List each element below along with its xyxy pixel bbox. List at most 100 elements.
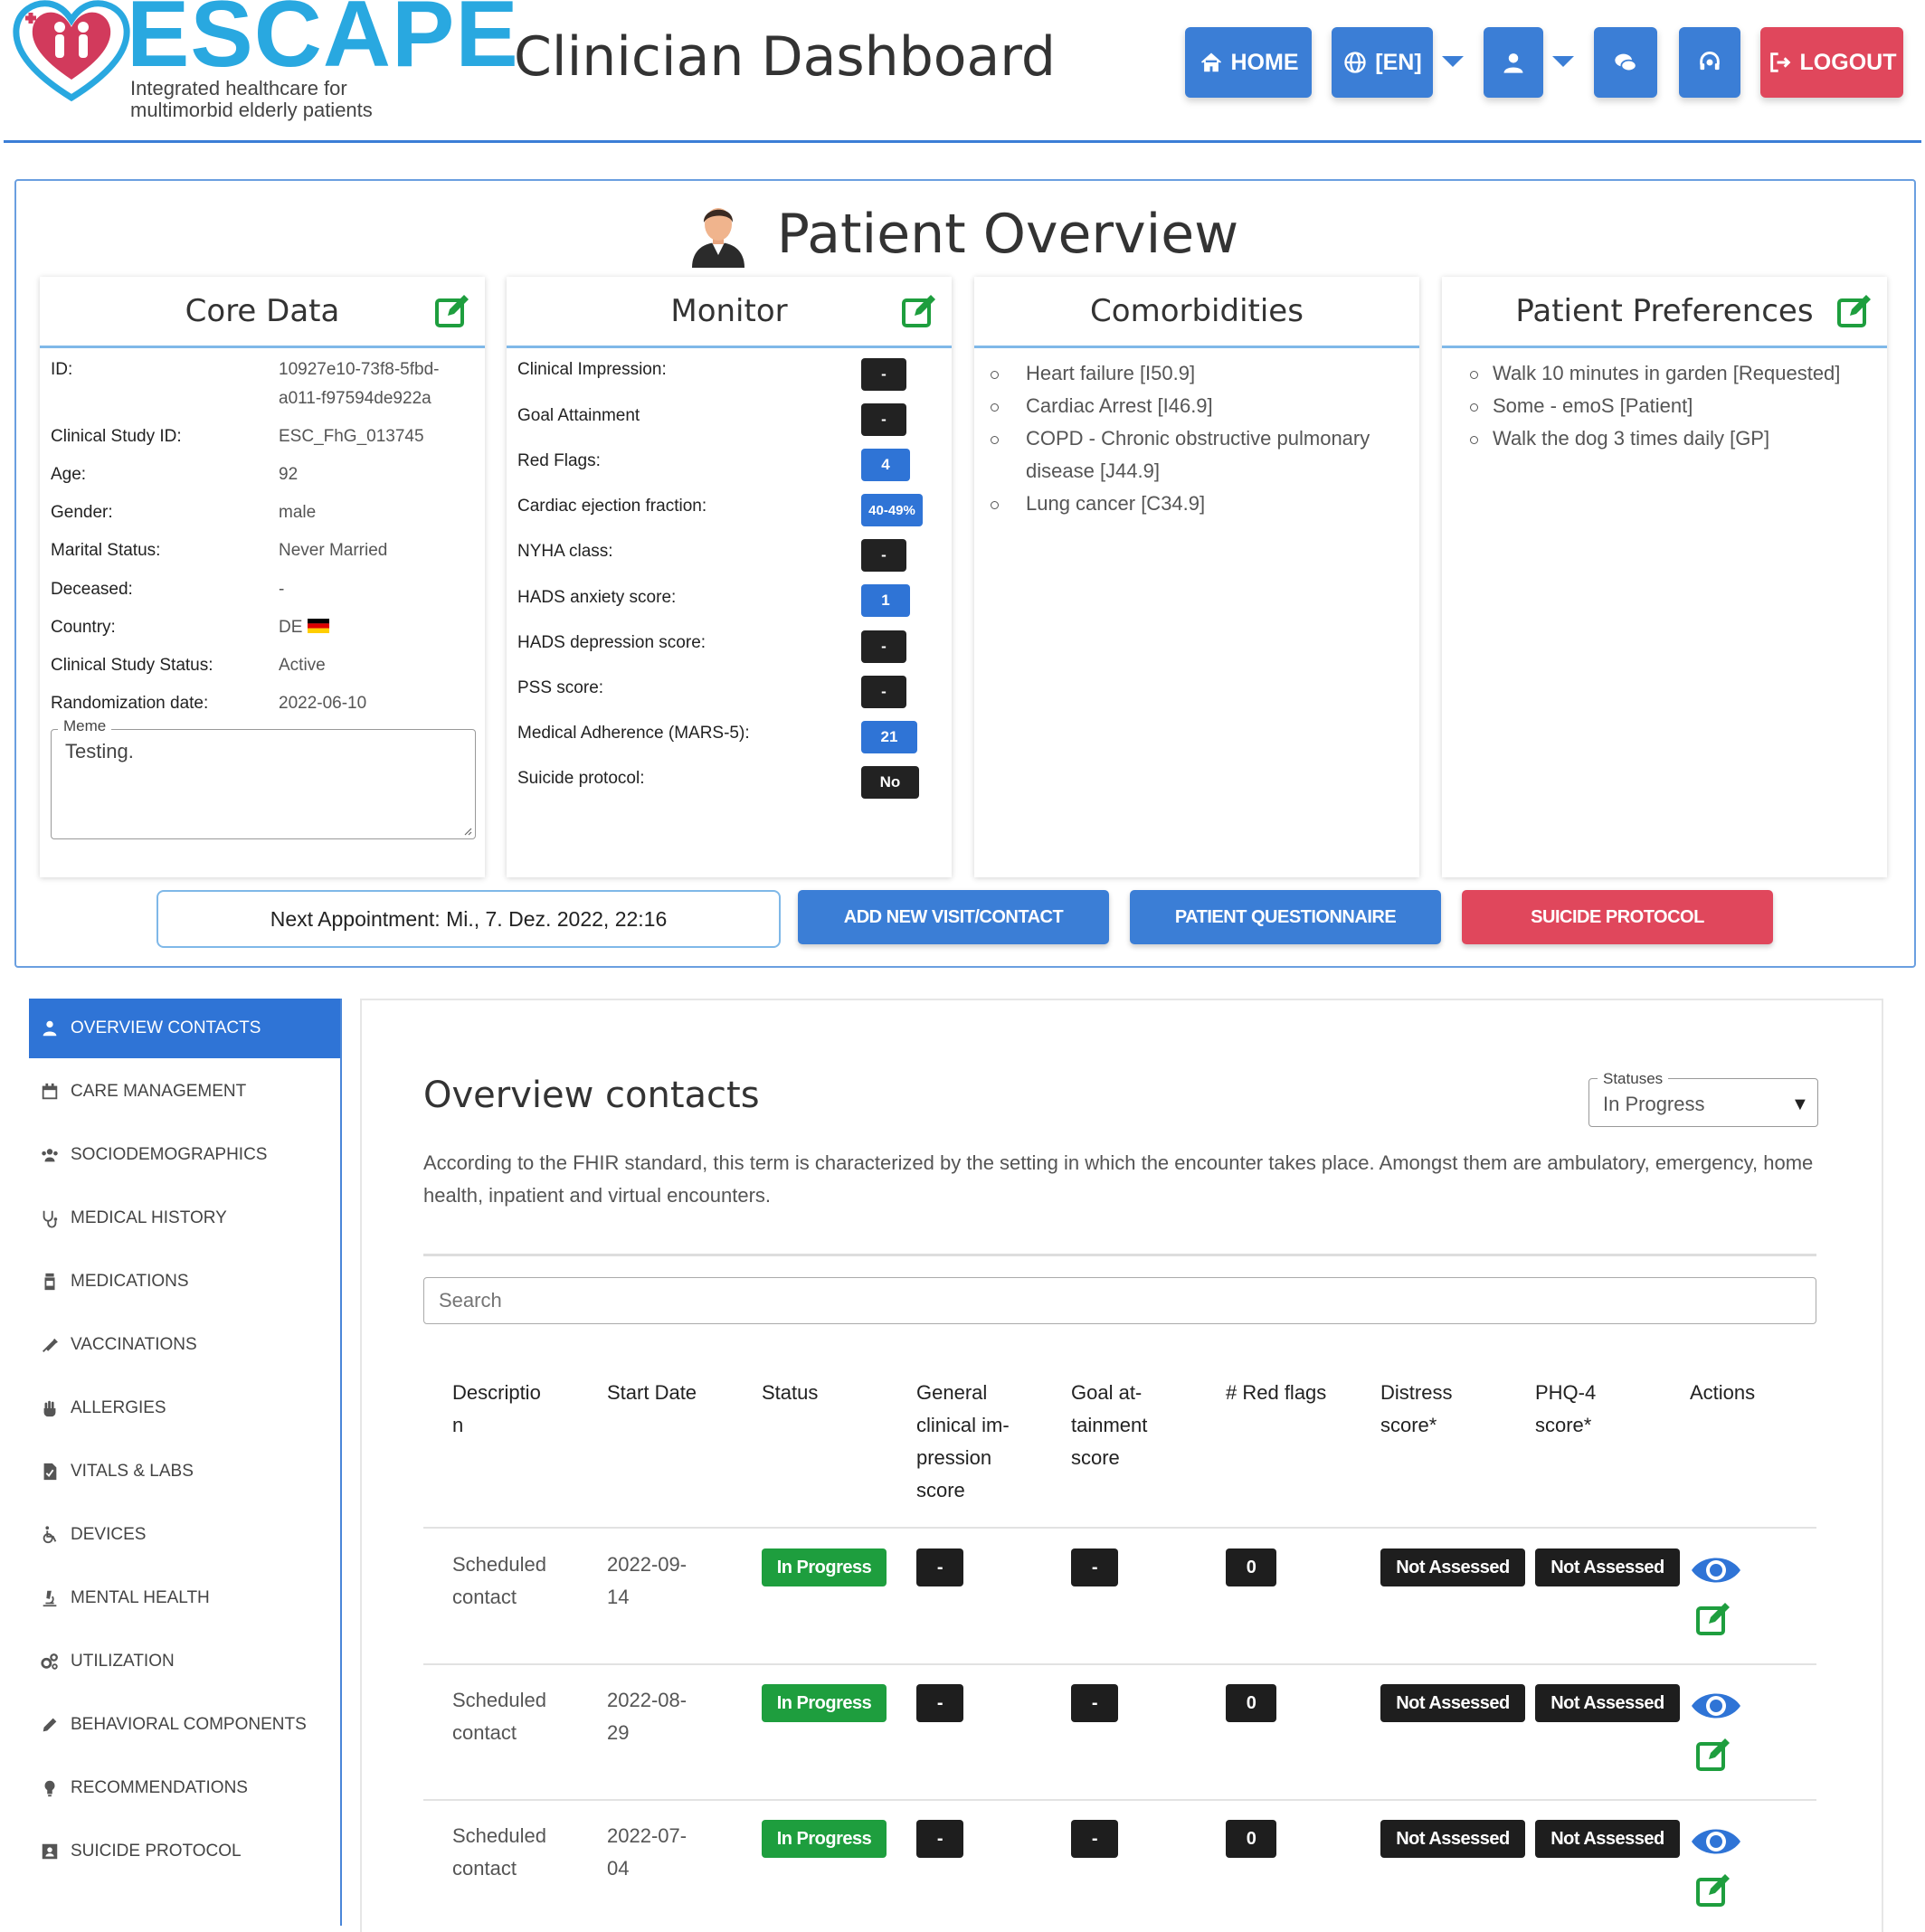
view-eye-icon[interactable] (1690, 1552, 1742, 1588)
status-badge: In Progress (762, 1820, 887, 1858)
calendar-icon (42, 1083, 58, 1100)
core-value: Active (279, 656, 326, 675)
user-menu-button[interactable] (1484, 27, 1543, 98)
header-divider (4, 140, 1921, 143)
edit-icon[interactable] (1695, 1872, 1731, 1908)
core-value: ESC_FhG_013745 (279, 427, 424, 446)
column-header-line: score (916, 1479, 965, 1501)
monitor-badge: - (861, 630, 906, 663)
sidebar-item-vaccinations[interactable]: VACCINATIONS (29, 1315, 340, 1375)
users-icon (42, 1149, 58, 1162)
sidebar-item-allergies[interactable]: ALLERGIES (29, 1378, 340, 1438)
goal-score-badge: - (1071, 1684, 1118, 1722)
column-header-line: Distress (1380, 1381, 1453, 1404)
monitor-header: Monitor (507, 277, 952, 348)
core-value: 10927e10-73f8-5fbd- (279, 360, 440, 379)
monitor-badge: - (861, 676, 906, 708)
sidebar-item-devices[interactable]: DEVICES (29, 1505, 340, 1565)
wheelchair-icon (43, 1526, 57, 1544)
edit-icon[interactable] (1836, 293, 1873, 329)
sidebar-item-behavioral-components[interactable]: BEHAVIORAL COMPONENTS (29, 1695, 340, 1755)
phq4-badge: Not Assessed (1535, 1548, 1680, 1586)
patient-questionnaire-button[interactable]: PATIENT QUESTIONNAIRE (1130, 890, 1441, 944)
goal-score-badge: - (1071, 1548, 1118, 1586)
core-value: male (279, 503, 317, 522)
sidebar-item-utilization[interactable]: UTILIZATION (29, 1632, 340, 1691)
sidebar-item-label: OVERVIEW CONTACTS (71, 1018, 261, 1037)
monitor-badge: No (861, 766, 919, 799)
next-appointment-field: Next Appointment: Mi., 7. Dez. 2022, 22:… (156, 890, 781, 948)
column-header-line: clinical im- (916, 1414, 1010, 1436)
general-score-badge: - (916, 1684, 963, 1722)
user-dropdown-chevron-icon[interactable] (1552, 56, 1574, 67)
sidebar-item-overview-contacts[interactable]: OVERVIEW CONTACTS (29, 999, 340, 1058)
chat-icon (1615, 53, 1637, 72)
core-value: Never Married (279, 541, 388, 560)
divider (423, 1254, 1816, 1256)
edit-icon[interactable] (1695, 1737, 1731, 1773)
language-button[interactable]: [EN] (1332, 27, 1433, 98)
home-button[interactable]: HOME (1185, 27, 1312, 98)
meme-text[interactable]: Testing. (65, 740, 134, 763)
person-icon (43, 1020, 57, 1037)
sidebar-item-label: CARE MANAGEMENT (71, 1082, 247, 1101)
edit-icon[interactable] (901, 293, 937, 329)
cell-start-date: 2022-08- 29 (607, 1684, 687, 1749)
syringe-icon (43, 1338, 58, 1352)
german-flag-icon (308, 619, 329, 633)
add-visit-button[interactable]: ADD NEW VISIT/CONTACT (798, 890, 1109, 944)
sidebar-item-suicide-protocol[interactable]: SUICIDE PROTOCOL (29, 1822, 340, 1881)
list-bullet (1470, 436, 1478, 444)
sidebar-item-care-management[interactable]: CARE MANAGEMENT (29, 1062, 340, 1122)
edit-icon[interactable] (1695, 1601, 1731, 1637)
patient-preferences-title: Patient Preferences (1515, 293, 1814, 329)
core-value: 2022-06-10 (279, 694, 367, 713)
core-label: Clinical Study ID: (51, 427, 182, 446)
view-eye-icon[interactable] (1690, 1823, 1742, 1860)
core-value: - (279, 580, 285, 599)
sidebar-item-label: DEVICES (71, 1525, 147, 1544)
home-label: HOME (1230, 49, 1299, 75)
column-header-line: tainment (1071, 1414, 1148, 1436)
search-input[interactable] (423, 1277, 1816, 1324)
logout-button[interactable]: LOGOUT (1760, 27, 1903, 98)
cell-start-date: 2022-07- 04 (607, 1820, 687, 1885)
column-header-goal-attainment: Goal at- tainment score (1071, 1377, 1147, 1474)
preference-item: Walk 10 minutes in garden [Requested] (1493, 362, 1841, 384)
lightbulb-icon (44, 1780, 55, 1797)
chevron-down-icon[interactable]: ▼ (1791, 1094, 1809, 1115)
column-header-line: n (452, 1414, 464, 1436)
distress-badge: Not Assessed (1380, 1548, 1525, 1586)
home-icon (1200, 52, 1221, 72)
status-filter-value[interactable]: In Progress (1603, 1093, 1705, 1116)
column-header-status: Status (762, 1377, 818, 1409)
sidebar-item-mental-health[interactable]: MENTAL HEALTH (29, 1568, 340, 1628)
core-data-title: Core Data (185, 293, 340, 329)
sidebar-item-sociodemographics[interactable]: SOCIODEMOGRAPHICS (29, 1125, 340, 1185)
sidebar-item-label: MEDICATIONS (71, 1272, 189, 1291)
sidebar-item-vitals-labs[interactable]: VITALS & LABS (29, 1442, 340, 1501)
brand-name: ESCAPE (127, 0, 519, 87)
support-button[interactable] (1679, 27, 1740, 98)
resize-handle-icon[interactable] (463, 827, 472, 836)
monitor-label: Clinical Impression: (517, 360, 667, 379)
logout-icon (1769, 52, 1790, 72)
edit-icon[interactable] (434, 293, 470, 329)
language-dropdown-chevron-icon[interactable] (1442, 56, 1464, 67)
comorbidities-title: Comorbidities (1090, 293, 1304, 329)
core-value: 92 (279, 465, 299, 484)
preference-item: Some - emoS [Patient] (1493, 394, 1693, 417)
column-header-line: Actions (1690, 1381, 1756, 1404)
sidebar-item-medical-history[interactable]: MEDICAL HISTORY (29, 1189, 340, 1248)
sidebar-item-medications[interactable]: MEDICATIONS (29, 1252, 340, 1312)
patient-overview-heading: Patient Overview (0, 201, 1925, 281)
column-header-actions: Actions (1690, 1377, 1755, 1409)
list-bullet (1470, 403, 1478, 412)
sidebar-item-recommendations[interactable]: RECOMMENDATIONS (29, 1758, 340, 1818)
view-eye-icon[interactable] (1690, 1688, 1742, 1724)
monitor-badge: 40-49% (861, 494, 923, 526)
cell-description: Scheduled contact (452, 1684, 546, 1749)
red-flags-badge: 0 (1226, 1684, 1276, 1722)
suicide-protocol-button[interactable]: SUICIDE PROTOCOL (1462, 890, 1773, 944)
chat-button[interactable] (1594, 27, 1657, 98)
